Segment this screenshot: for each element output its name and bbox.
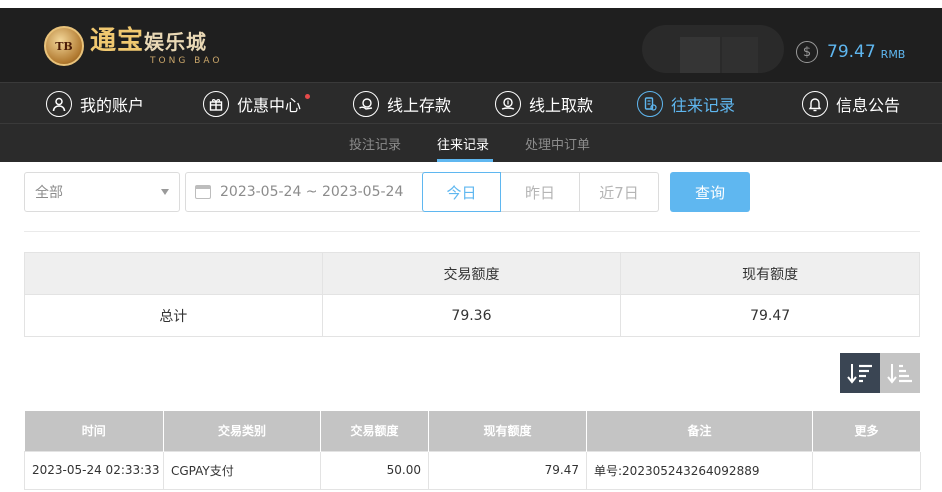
main-nav: 我的账户 优惠中心 线上存款 线上取款 往来记录 信息公告 [0, 82, 942, 124]
nav-item-withdraw[interactable]: 线上取款 [495, 89, 593, 119]
calendar-icon [195, 185, 211, 199]
deposit-icon [353, 91, 379, 117]
top-strip [0, 0, 942, 8]
site-header: TB 通宝娱乐城 TONG BAO $ 79.47 RMB [0, 8, 942, 82]
dollar-icon: $ [796, 41, 818, 63]
cell-type: CGPAY支付 [163, 450, 321, 490]
cell-remark: 单号:2023052432640928​89 [586, 450, 813, 490]
active-tab-indicator [437, 159, 493, 162]
sort-asc-icon [887, 364, 912, 384]
balance-display: $ 79.47 RMB [796, 41, 905, 63]
records-table: 时间 交易类别 交易额度 现有额度 备注 更多 2023-05-24 02:33… [24, 411, 921, 490]
summary-transaction-total: 79.36 [321, 294, 622, 337]
column-header-balance[interactable]: 现有额度 [428, 411, 587, 451]
brand-name: 通宝娱乐城 [90, 25, 208, 56]
withdraw-icon [495, 91, 521, 117]
user-icon [46, 91, 72, 117]
column-header-amount[interactable]: 交易额度 [320, 411, 429, 451]
logo-badge-icon: TB [44, 26, 84, 66]
brand-subtitle: TONG BAO [150, 55, 223, 66]
notification-dot [305, 94, 311, 99]
tab-transaction-records[interactable]: 往来记录 [437, 134, 489, 153]
cell-balance: 79.47 [428, 450, 587, 490]
cell-amount: 50.00 [320, 450, 429, 490]
summary-header-cell: 现有额度 [620, 252, 920, 295]
records-icon [637, 91, 663, 117]
summary-header-cell: 交易额度 [321, 252, 622, 295]
sort-toggle [840, 353, 920, 393]
sort-desc-icon [847, 364, 872, 384]
today-button[interactable]: 今日 [422, 172, 501, 212]
gift-icon [203, 91, 229, 117]
records-header: 时间 交易类别 交易额度 现有额度 备注 更多 [24, 411, 921, 451]
sort-asc-button[interactable] [880, 353, 920, 393]
tab-bet-records[interactable]: 投注记录 [349, 134, 401, 153]
column-header-time[interactable]: 时间 [24, 411, 164, 451]
column-header-type[interactable]: 交易类别 [163, 411, 321, 451]
summary-label: 总计 [24, 294, 323, 337]
summary-current-balance: 79.47 [620, 294, 920, 337]
sub-nav: 投注记录 往来记录 处理中订单 [0, 124, 942, 162]
tab-pending-orders[interactable]: 处理中订单 [525, 134, 590, 153]
query-button[interactable]: 查询 [670, 172, 750, 212]
summary-header: 交易额度 现有额度 [24, 252, 920, 295]
nav-item-promotions[interactable]: 优惠中心 [203, 89, 311, 119]
table-row[interactable]: 2023-05-24 02:33:33 CGPAY支付 50.00 79.47 … [24, 450, 921, 490]
summary-row: 总计 79.36 79.47 [24, 294, 920, 337]
divider [24, 231, 920, 232]
filter-bar: 全部 2023-05-24 ~ 2023-05-24 今日 昨日 近7日 查询 [24, 172, 920, 212]
column-header-remark[interactable]: 备注 [586, 411, 813, 451]
date-range-input[interactable]: 2023-05-24 ~ 2023-05-24 [185, 172, 439, 212]
column-header-more[interactable]: 更多 [812, 411, 921, 451]
type-select[interactable]: 全部 [24, 172, 180, 212]
user-info-redacted[interactable] [642, 25, 784, 73]
nav-item-records[interactable]: 往来记录 [637, 89, 735, 119]
nav-item-announcements[interactable]: 信息公告 [802, 89, 900, 119]
brand-logo[interactable]: TB 通宝娱乐城 TONG BAO [44, 25, 222, 67]
balance-amount: 79.47 [827, 42, 876, 62]
yesterday-button[interactable]: 昨日 [501, 172, 580, 212]
cell-time: 2023-05-24 02:33:33 [24, 450, 164, 490]
bell-icon [802, 91, 828, 117]
nav-item-account[interactable]: 我的账户 [46, 89, 144, 119]
summary-header-cell [24, 252, 323, 295]
balance-unit: RMB [880, 47, 906, 61]
last-7-days-button[interactable]: 近7日 [580, 172, 659, 212]
chevron-down-icon [161, 189, 169, 195]
summary-table: 交易额度 现有额度 总计 79.36 79.47 [24, 252, 920, 337]
sort-desc-button[interactable] [840, 353, 880, 393]
nav-item-deposit[interactable]: 线上存款 [353, 89, 451, 119]
cell-more[interactable] [812, 450, 921, 490]
